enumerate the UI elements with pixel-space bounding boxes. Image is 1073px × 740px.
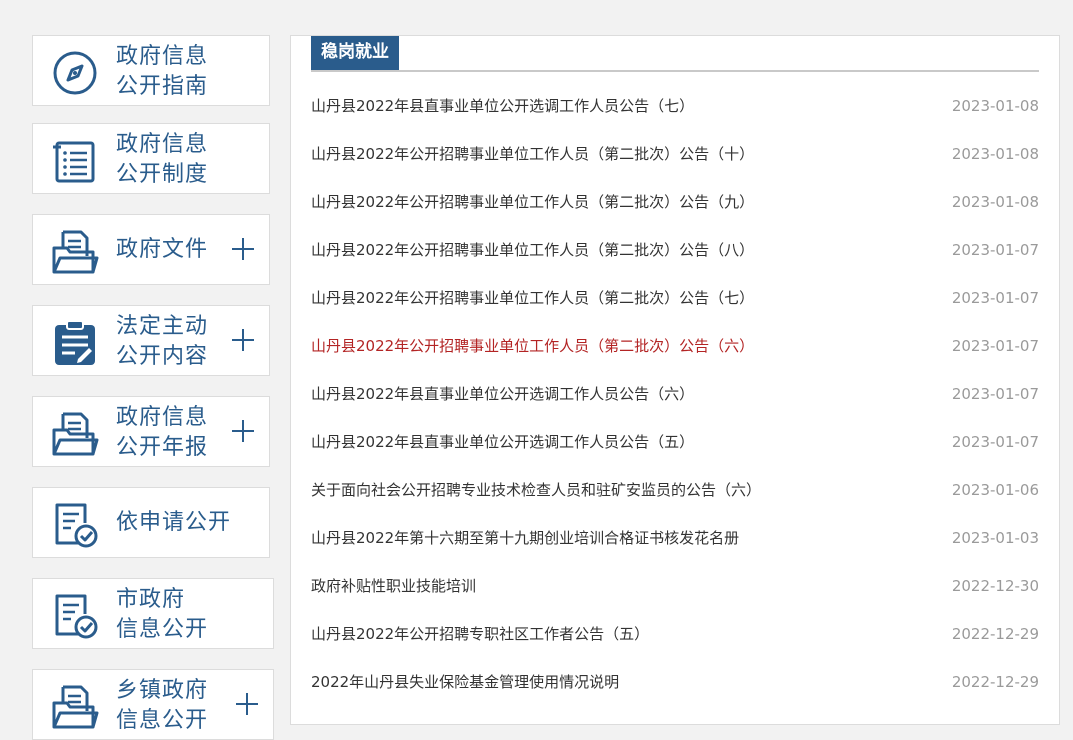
document-check-icon bbox=[51, 592, 99, 640]
news-title-link[interactable]: 山丹县2022年县直事业单位公开选调工作人员公告（六） bbox=[311, 370, 694, 418]
news-title-link[interactable]: 山丹县2022年县直事业单位公开选调工作人员公告（五） bbox=[311, 418, 694, 466]
sidebar-item-label-line: 公开年报 bbox=[116, 435, 209, 460]
news-title-link[interactable]: 山丹县2022年县直事业单位公开选调工作人员公告（七） bbox=[311, 82, 694, 130]
news-date: 2022-12-29 bbox=[951, 625, 1039, 643]
sidebar-item-label-line: 公开指南 bbox=[116, 74, 209, 99]
sidebar-item-label-line: 市政府 bbox=[116, 587, 186, 612]
sidebar-item-label-line: 政府信息 bbox=[116, 44, 209, 69]
news-date: 2023-01-08 bbox=[951, 145, 1039, 163]
news-title-link[interactable]: 山丹县2022年公开招聘事业单位工作人员（第二批次）公告（十） bbox=[311, 130, 754, 178]
sidebar-item-label: 乡镇政府 信息公开 bbox=[116, 676, 208, 736]
list-document-icon bbox=[51, 137, 99, 185]
news-title-link[interactable]: 山丹县2022年公开招聘事业单位工作人员（第二批次）公告（七） bbox=[311, 274, 754, 322]
sidebar-item-label-line: 政府文件 bbox=[116, 237, 209, 262]
news-title-link[interactable]: 山丹县2022年第十六期至第十九期创业培训合格证书核发花名册 bbox=[311, 514, 739, 562]
news-date: 2023-01-08 bbox=[951, 97, 1039, 115]
news-list-item: 山丹县2022年公开招聘专职社区工作者公告（五） 2022-12-29 bbox=[311, 610, 1039, 658]
news-title-link[interactable]: 山丹县2022年公开招聘事业单位工作人员（第二批次）公告（九） bbox=[311, 178, 754, 226]
news-title-link[interactable]: 山丹县2022年公开招聘事业单位工作人员（第二批次）公告（六） bbox=[311, 322, 754, 370]
news-list-item: 山丹县2022年县直事业单位公开选调工作人员公告（五） 2023-01-07 bbox=[311, 418, 1039, 466]
news-title-link[interactable]: 关于面向社会公开招聘专业技术检查人员和驻矿安监员的公告（六） bbox=[311, 466, 761, 514]
news-list: 山丹县2022年县直事业单位公开选调工作人员公告（七） 2023-01-08 山丹县… bbox=[311, 82, 1039, 706]
news-list-item: 政府补贴性职业技能培训 2022-12-30 bbox=[311, 562, 1039, 610]
news-date: 2023-01-07 bbox=[951, 433, 1039, 451]
clipboard-edit-icon bbox=[51, 319, 99, 367]
expand-plus-icon[interactable] bbox=[235, 692, 259, 716]
news-date: 2023-01-07 bbox=[951, 241, 1039, 259]
news-date: 2022-12-29 bbox=[951, 673, 1039, 691]
sidebar-item-3[interactable]: 法定主动 公开内容 bbox=[32, 305, 270, 376]
sidebar-item-1[interactable]: 政府信息 公开制度 bbox=[32, 123, 270, 194]
news-title-link[interactable]: 山丹县2022年公开招聘事业单位工作人员（第二批次）公告（八） bbox=[311, 226, 754, 274]
expand-plus-icon[interactable] bbox=[231, 328, 255, 352]
sidebar-item-label: 政府信息 公开指南 bbox=[116, 42, 208, 102]
sidebar-item-4[interactable]: 政府信息 公开年报 bbox=[32, 396, 270, 467]
sidebar-item-label: 政府信息 公开年报 bbox=[116, 403, 208, 463]
folder-document-icon bbox=[51, 410, 99, 458]
news-date: 2022-12-30 bbox=[951, 577, 1039, 595]
sidebar-item-5[interactable]: 依申请公开 bbox=[32, 487, 270, 558]
sidebar-item-label: 政府文件 bbox=[116, 235, 208, 265]
news-list-item: 山丹县2022年县直事业单位公开选调工作人员公告（七） 2023-01-08 bbox=[311, 82, 1039, 130]
section-header: 稳岗就业 bbox=[311, 36, 1039, 72]
document-check-icon bbox=[51, 501, 99, 549]
news-title-link[interactable]: 2022年山丹县失业保险基金管理使用情况说明 bbox=[311, 658, 619, 706]
expand-plus-icon[interactable] bbox=[231, 237, 255, 261]
sidebar-item-label-line: 依申请公开 bbox=[116, 510, 232, 535]
news-list-item: 山丹县2022年公开招聘事业单位工作人员（第二批次）公告（六） 2023-01-0… bbox=[311, 322, 1039, 370]
news-list-item: 山丹县2022年公开招聘事业单位工作人员（第二批次）公告（九） 2023-01-0… bbox=[311, 178, 1039, 226]
sidebar-item-6[interactable]: 市政府 信息公开 bbox=[32, 578, 274, 649]
sidebar-item-label-line: 信息公开 bbox=[116, 617, 209, 642]
sidebar-item-label: 市政府 信息公开 bbox=[116, 585, 208, 645]
news-date: 2023-01-07 bbox=[951, 337, 1039, 355]
sidebar-item-label: 政府信息 公开制度 bbox=[116, 130, 208, 190]
sidebar-item-label: 法定主动 公开内容 bbox=[116, 312, 208, 372]
sidebar-item-label: 依申请公开 bbox=[116, 508, 231, 538]
main-panel: 稳岗就业 山丹县2022年县直事业单位公开选调工作人员公告（七） 2023-01-… bbox=[290, 35, 1060, 725]
news-title-link[interactable]: 政府补贴性职业技能培训 bbox=[311, 562, 476, 610]
news-date: 2023-01-08 bbox=[951, 193, 1039, 211]
news-title-link[interactable]: 山丹县2022年公开招聘专职社区工作者公告（五） bbox=[311, 610, 649, 658]
expand-plus-icon[interactable] bbox=[231, 419, 255, 443]
section-title[interactable]: 稳岗就业 bbox=[311, 36, 399, 70]
sidebar-item-label-line: 信息公开 bbox=[116, 708, 209, 733]
sidebar-item-label-line: 政府信息 bbox=[116, 405, 209, 430]
news-list-item: 2022年山丹县失业保险基金管理使用情况说明 2022-12-29 bbox=[311, 658, 1039, 706]
sidebar-item-label-line: 政府信息 bbox=[116, 132, 209, 157]
sidebar-item-2[interactable]: 政府文件 bbox=[32, 214, 270, 285]
news-list-item: 山丹县2022年第十六期至第十九期创业培训合格证书核发花名册 2023-01-03 bbox=[311, 514, 1039, 562]
sidebar-item-label-line: 乡镇政府 bbox=[116, 678, 209, 703]
news-date: 2023-01-06 bbox=[951, 481, 1039, 499]
news-list-item: 山丹县2022年公开招聘事业单位工作人员（第二批次）公告（十） 2023-01-0… bbox=[311, 130, 1039, 178]
sidebar-item-0[interactable]: 政府信息 公开指南 bbox=[32, 35, 270, 106]
sidebar-item-label-line: 公开制度 bbox=[116, 162, 209, 187]
sidebar-item-label-line: 公开内容 bbox=[116, 344, 209, 369]
news-list-item: 山丹县2022年公开招聘事业单位工作人员（第二批次）公告（七） 2023-01-0… bbox=[311, 274, 1039, 322]
folder-document-icon bbox=[51, 228, 99, 276]
news-date: 2023-01-03 bbox=[951, 529, 1039, 547]
sidebar-item-label-line: 法定主动 bbox=[116, 314, 209, 339]
sidebar-item-7[interactable]: 乡镇政府 信息公开 bbox=[32, 669, 274, 740]
news-list-item: 山丹县2022年公开招聘事业单位工作人员（第二批次）公告（八） 2023-01-0… bbox=[311, 226, 1039, 274]
news-date: 2023-01-07 bbox=[951, 385, 1039, 403]
compass-icon bbox=[51, 49, 99, 97]
news-list-item: 关于面向社会公开招聘专业技术检查人员和驻矿安监员的公告（六） 2023-01-06 bbox=[311, 466, 1039, 514]
news-list-item: 山丹县2022年县直事业单位公开选调工作人员公告（六） 2023-01-07 bbox=[311, 370, 1039, 418]
news-date: 2023-01-07 bbox=[951, 289, 1039, 307]
folder-document-icon bbox=[51, 683, 99, 731]
